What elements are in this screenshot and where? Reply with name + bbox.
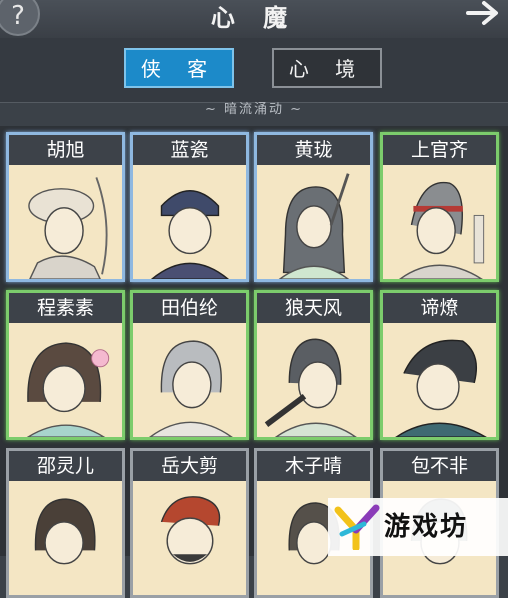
character-name: 包不非 <box>383 451 496 481</box>
character-portrait <box>28 177 108 279</box>
character-portrait <box>278 173 350 279</box>
y-logo-icon <box>334 504 380 550</box>
character-portrait <box>160 496 221 565</box>
character-card[interactable]: 谛燎 <box>380 290 499 440</box>
watermark-text: 游戏坊 <box>384 512 469 542</box>
character-portrait <box>26 342 110 437</box>
character-card[interactable]: 胡旭 <box>6 132 125 282</box>
character-portrait <box>395 339 487 437</box>
character-name: 谛燎 <box>383 293 496 323</box>
character-name: 程素素 <box>9 293 122 323</box>
watermark: 游戏坊 <box>328 498 508 556</box>
character-card[interactable]: 黄珑 <box>254 132 373 282</box>
character-name: 黄珑 <box>257 135 370 165</box>
section-label: ~ 暗流涌动 ~ <box>204 102 304 117</box>
character-card[interactable]: 程素素 <box>6 290 125 440</box>
character-name: 田伯纶 <box>133 293 246 323</box>
character-card[interactable]: 邵灵儿 <box>6 448 125 598</box>
character-name: 狼天风 <box>257 293 370 323</box>
character-portrait <box>34 498 96 565</box>
character-name: 胡旭 <box>9 135 122 165</box>
character-card[interactable]: 上官齐 <box>380 132 499 282</box>
character-name: 蓝瓷 <box>133 135 246 165</box>
character-name: 邵灵儿 <box>9 451 122 481</box>
character-name: 上官齐 <box>383 135 496 165</box>
character-portrait <box>398 181 485 279</box>
character-grid: 胡旭 蓝瓷 黄珑 上官齐 程素素 田伯纶 狼天风 谛燎 邵灵儿 岳大剪 木子晴 … <box>0 126 508 598</box>
tab-strip: 侠 客 心 境 <box>0 38 508 103</box>
character-card[interactable]: 田伯纶 <box>130 290 249 440</box>
tab-xinjing[interactable]: 心 境 <box>272 48 382 88</box>
character-portrait <box>150 190 230 279</box>
character-name: 木子晴 <box>257 451 370 481</box>
top-bar: ? 心 魔 <box>0 0 508 38</box>
character-portrait <box>264 338 357 437</box>
page-title: 心 魔 <box>210 4 298 32</box>
character-card[interactable]: 狼天风 <box>254 290 373 440</box>
character-portrait <box>148 340 233 437</box>
character-name: 岳大剪 <box>133 451 246 481</box>
tab-xiake[interactable]: 侠 客 <box>124 48 234 88</box>
character-card[interactable]: 蓝瓷 <box>130 132 249 282</box>
character-card[interactable]: 岳大剪 <box>130 448 249 598</box>
arrow-right-icon[interactable] <box>464 0 504 28</box>
